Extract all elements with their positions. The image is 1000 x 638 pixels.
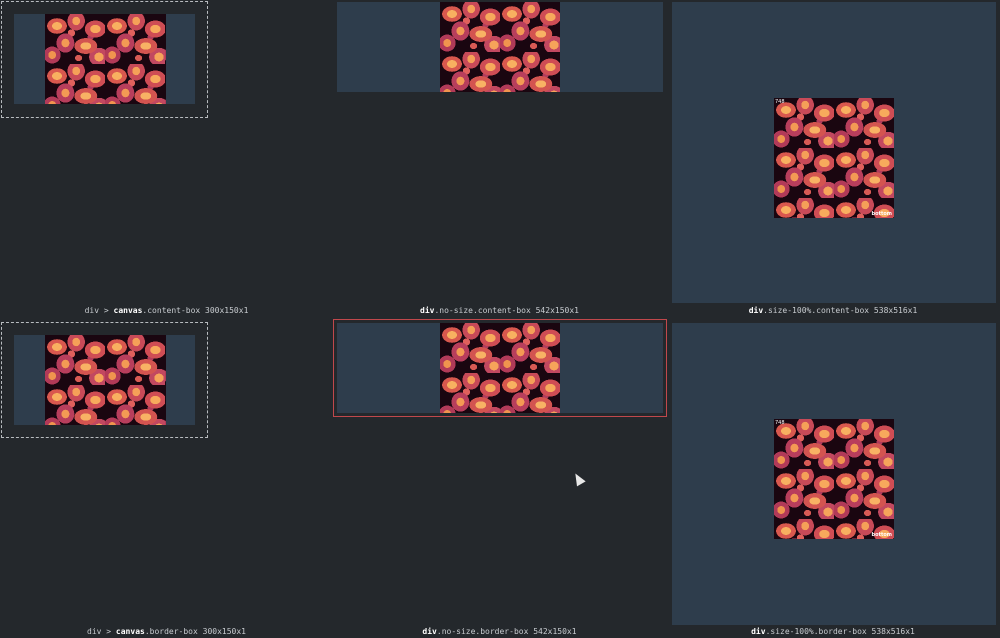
cell-label: div.no-size.border-box 542x150x1 [422,627,577,636]
cell-label: div.no-size.content-box 542x150x1 [420,306,579,315]
corner-badge-bottom: bottom [871,211,892,217]
corner-badge-bottom: bottom [871,532,892,538]
canvas-image [45,14,166,104]
canvas-content-box-cell[interactable] [1,1,208,118]
canvas-image [440,2,560,92]
cell-label: div.size-100%.content-box 538x516x1 [748,306,918,315]
cell-label: div > canvas.content-box 300x150x1 [84,306,249,315]
canvas-border-box-cell[interactable] [1,322,208,438]
no-size-content-box-cell[interactable] [337,2,663,92]
size-100-border-box-cell[interactable]: 748 bottom [672,323,996,625]
canvas-image [45,335,166,425]
canvas-image: 748 bottom [774,98,894,218]
canvas-image: 748 bottom [774,419,894,539]
cell-label: div > canvas.border-box 300x150x1 [87,627,246,636]
corner-badge-top: 748 [775,99,785,105]
size-100-content-box-cell[interactable]: 748 bottom [672,2,996,303]
mouse-cursor-icon [571,471,586,487]
canvas-image [440,323,560,413]
corner-badge-top: 748 [775,420,785,426]
cell-label: div.size-100%.border-box 538x516x1 [751,627,915,636]
no-size-border-box-cell[interactable] [333,319,667,417]
